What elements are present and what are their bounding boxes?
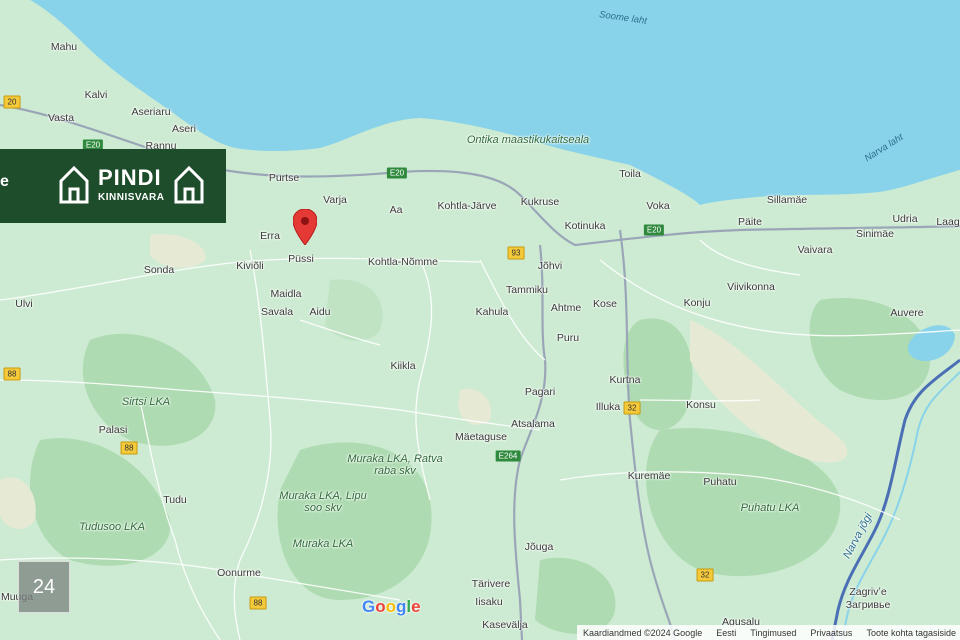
- place-label: Aseri: [172, 123, 196, 135]
- road-shield: 88: [120, 441, 138, 455]
- google-logo-letter: g: [396, 597, 407, 616]
- place-label: Purtse: [268, 172, 300, 184]
- place-label: Puru: [556, 332, 580, 344]
- terms-link[interactable]: Tingimused: [750, 628, 796, 638]
- place-label: Kotinuka: [564, 220, 606, 232]
- place-label: Sillamäe: [766, 194, 808, 206]
- place-label: Laag: [936, 216, 960, 228]
- place-label: Kurtna: [609, 374, 641, 386]
- road-shield: 93: [507, 246, 525, 260]
- house-icon: [174, 165, 204, 204]
- place-label: Konju: [683, 297, 711, 309]
- place-label: Maidla: [270, 288, 302, 300]
- language-link[interactable]: Eesti: [716, 628, 736, 638]
- place-label: Vasta: [47, 112, 75, 124]
- brand-edge-text: e: [0, 173, 9, 190]
- place-label: Aa: [389, 204, 403, 216]
- place-label: Kose: [593, 298, 617, 310]
- google-logo: Google: [362, 597, 421, 617]
- place-label: Tärivere: [471, 578, 511, 590]
- place-label: Kiikla: [390, 360, 416, 372]
- google-logo-letter: e: [411, 597, 421, 616]
- park-label: Muraka LKA, Lipu soo skv: [279, 490, 367, 514]
- google-logo-letter: o: [385, 597, 397, 616]
- place-label: Kasevälja: [482, 619, 528, 631]
- place-label: Püssi: [288, 253, 314, 265]
- road-shield: 32: [696, 568, 714, 582]
- google-logo-letter: o: [375, 597, 386, 616]
- map-canvas[interactable]: [0, 0, 960, 640]
- place-label: Zagrivʼe: [849, 586, 887, 598]
- attribution-bar: Kaardiandmed ©2024 Google Eesti Tingimus…: [576, 625, 960, 640]
- place-label: Puhatu: [703, 476, 737, 488]
- place-label: Kukruse: [520, 196, 560, 208]
- place-label: Kohtla-Nõmme: [367, 256, 439, 268]
- place-label: Kahula: [475, 306, 509, 318]
- brand-title: PINDI: [98, 165, 162, 190]
- place-label: Kuremäe: [627, 470, 671, 482]
- place-label: Tudu: [163, 494, 187, 506]
- place-label: Oonurme: [217, 567, 261, 579]
- place-label: Savala: [260, 306, 294, 318]
- park-label: Sirtsi LKA: [121, 396, 171, 408]
- park-label: Muraka LKA: [292, 538, 354, 550]
- place-label: Jõuga: [524, 541, 554, 553]
- place-label: Varja: [323, 194, 347, 206]
- place-label: Udria: [892, 213, 918, 225]
- place-label: Sonda: [143, 264, 175, 276]
- place-label: Päite: [738, 216, 762, 228]
- place-label: Kiviõli: [236, 260, 264, 272]
- place-label: Jõhvi: [537, 260, 563, 272]
- road-shield: E20: [643, 224, 665, 236]
- google-logo-letter: G: [362, 597, 376, 616]
- place-label: Vaivara: [797, 244, 833, 256]
- road-shield: E20: [386, 167, 408, 179]
- place-label: Atsalama: [511, 418, 555, 430]
- feedback-link[interactable]: Toote kohta tagasiside: [866, 628, 956, 638]
- place-label: Ahtme: [550, 302, 582, 314]
- place-label: Palasi: [98, 424, 128, 436]
- park-label: Puhatu LKA: [740, 502, 800, 514]
- brand-subtitle: KINNISVARA: [98, 192, 165, 203]
- park-label: Tudusoo LKA: [79, 521, 145, 533]
- place-label: Kalvi: [84, 89, 108, 101]
- place-label: Загривье: [845, 599, 891, 611]
- house-icon: [59, 165, 89, 204]
- location-pin-icon[interactable]: [292, 208, 318, 250]
- place-label: Iisaku: [475, 596, 503, 608]
- park-label: Muraka LKA, Ratva raba skv: [347, 453, 443, 477]
- road-shield: 88: [3, 367, 21, 381]
- place-label: Ulvi: [15, 298, 33, 310]
- place-label: Sinimäe: [856, 228, 894, 240]
- place-label: Aidu: [309, 306, 331, 318]
- place-label: Erra: [260, 230, 280, 242]
- park-label: Ontika maastikukaitseala: [466, 134, 590, 146]
- place-label: Mahu: [50, 41, 78, 53]
- place-label: Voka: [646, 200, 670, 212]
- place-label: Viivikonna: [727, 281, 775, 293]
- place-label: Konsu: [686, 399, 716, 411]
- road-shield: 32: [623, 401, 641, 415]
- place-label: Toila: [619, 168, 641, 180]
- watermark-badge: 24: [18, 561, 70, 613]
- map-data-credit[interactable]: Kaardiandmed ©2024 Google: [583, 628, 702, 638]
- place-label: Auvere: [890, 307, 924, 319]
- road-shield: 88: [249, 596, 267, 610]
- place-label: Aseriaru: [131, 106, 171, 118]
- place-label: Kohtla-Järve: [437, 200, 497, 212]
- place-label: Mäetaguse: [455, 431, 507, 443]
- road-shield: 20: [3, 95, 21, 109]
- place-label: Tammiku: [505, 284, 549, 296]
- place-label: Pagari: [524, 386, 556, 398]
- place-label: Illuka: [595, 401, 621, 413]
- brand-banner: e PINDI KINNISVARA: [0, 149, 226, 223]
- road-shield: E264: [495, 450, 521, 462]
- privacy-link[interactable]: Privaatsus: [810, 628, 852, 638]
